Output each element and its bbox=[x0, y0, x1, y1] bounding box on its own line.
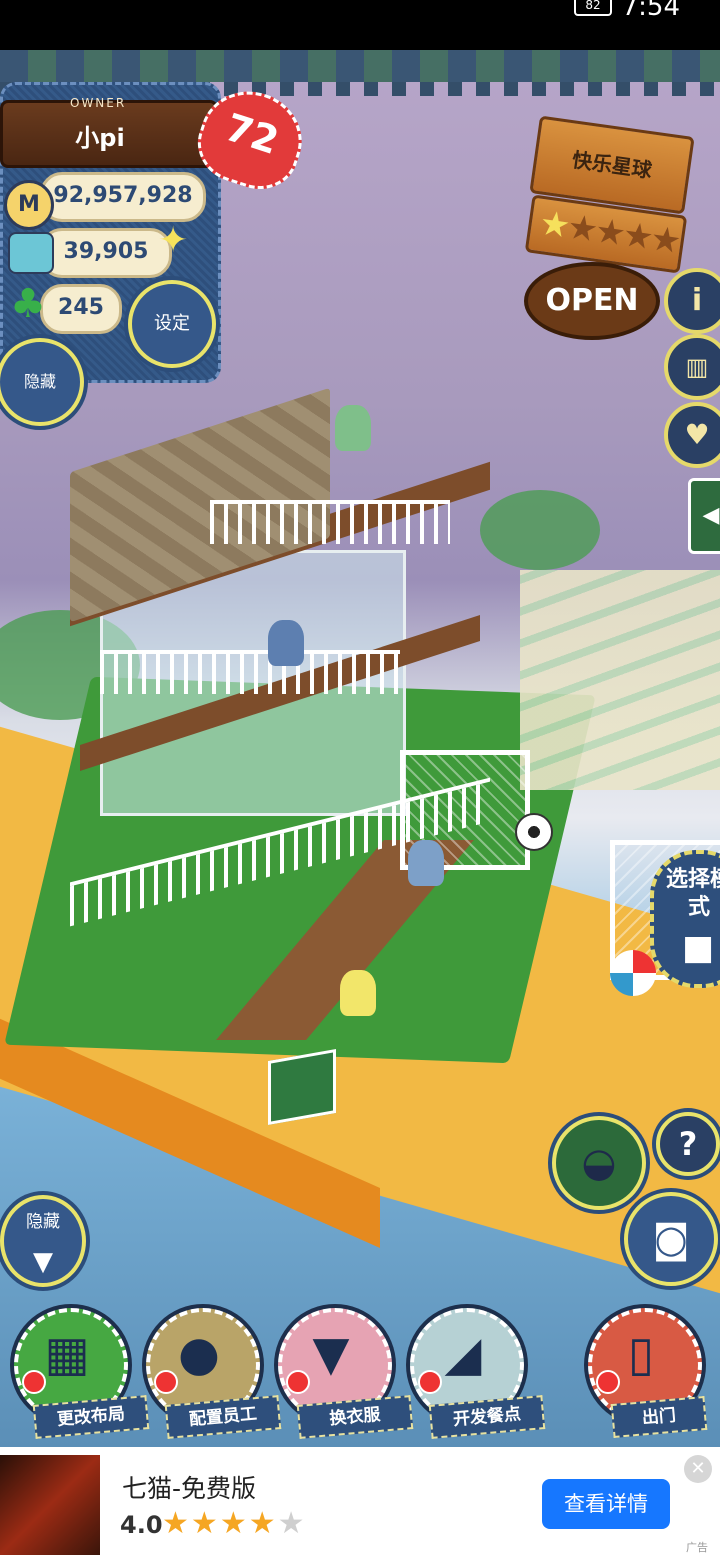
star-icon: ★ bbox=[219, 1506, 249, 1541]
hide-bottom-label: 隐藏 bbox=[26, 1212, 60, 1232]
side-panel-toggle[interactable]: ◀ bbox=[688, 478, 720, 554]
bleachers[interactable] bbox=[520, 570, 720, 790]
star-icon: ★ bbox=[162, 1506, 191, 1541]
ad-thumbnail[interactable] bbox=[0, 1455, 100, 1555]
staff-bear[interactable] bbox=[268, 620, 304, 666]
railing bbox=[100, 650, 400, 694]
star-icon: ★ bbox=[248, 1506, 278, 1541]
pin-icon bbox=[418, 1370, 442, 1394]
ad-details-button[interactable]: 查看详情 bbox=[542, 1479, 670, 1529]
help-button[interactable]: ? bbox=[656, 1112, 720, 1176]
bunting-decoration bbox=[0, 50, 720, 96]
status-bar: 82 7:54 bbox=[0, 0, 720, 50]
star-icon: ★ bbox=[190, 1506, 220, 1541]
coin-icon: M bbox=[4, 180, 54, 230]
camera-button[interactable]: ◙ bbox=[624, 1192, 718, 1286]
pin-icon bbox=[22, 1370, 46, 1394]
level-heart: 72 bbox=[187, 78, 315, 200]
ingredient-value: 39,905 bbox=[63, 239, 149, 264]
coin-counter: 92,957,928 bbox=[40, 172, 206, 222]
vegetable-basket-icon bbox=[8, 232, 54, 274]
staff-bear[interactable] bbox=[335, 405, 371, 451]
ingredient-counter: 39,905 bbox=[40, 228, 172, 278]
palm-tree bbox=[480, 490, 600, 570]
star-icon: ★ bbox=[277, 1506, 307, 1541]
arrow-down-icon: ▼ bbox=[33, 1247, 53, 1277]
status-time: 7:54 bbox=[621, 0, 680, 22]
ad-rating: 4.0 bbox=[120, 1511, 163, 1539]
select-mode-button[interactable]: 选择模式 ■ bbox=[650, 850, 720, 988]
soccer-ball[interactable] bbox=[515, 813, 553, 851]
hat-button[interactable]: ◒ bbox=[552, 1116, 646, 1210]
customer-bear[interactable] bbox=[408, 840, 444, 886]
clover-counter: 245 bbox=[40, 284, 122, 334]
railing bbox=[210, 500, 450, 544]
pin-icon bbox=[596, 1370, 620, 1394]
open-sign[interactable]: OPEN bbox=[524, 262, 660, 340]
owner-tag: OWNER bbox=[70, 96, 127, 110]
menu-develop-dishes[interactable]: ◢ 开发餐点 bbox=[410, 1308, 546, 1439]
customer-bear[interactable] bbox=[340, 970, 376, 1016]
welcome-sign[interactable] bbox=[268, 1049, 336, 1125]
cube-icon: ■ bbox=[682, 928, 715, 968]
clover-icon: ♣ bbox=[10, 281, 46, 327]
shop-name: 快乐星球 bbox=[570, 147, 654, 183]
ad-banner[interactable]: 七猫-免费版 4.0 ★★★★★ 查看详情 ✕ 广告 bbox=[0, 1447, 720, 1560]
owner-name: 小pi bbox=[75, 124, 125, 152]
clover-value: 245 bbox=[58, 295, 104, 320]
hat-icon: ◒ bbox=[581, 1140, 617, 1186]
close-icon[interactable]: ✕ bbox=[684, 1455, 712, 1483]
settings-button[interactable]: 设定 bbox=[128, 280, 216, 368]
menu-change-layout[interactable]: ▦ 更改布局 bbox=[14, 1308, 150, 1439]
ad-label: 广告 bbox=[686, 1541, 708, 1554]
hide-bottom-button[interactable]: 隐藏 ▼ bbox=[0, 1195, 86, 1287]
pin-icon bbox=[286, 1370, 310, 1394]
pin-icon bbox=[154, 1370, 178, 1394]
select-mode-label: 选择模式 bbox=[665, 867, 720, 920]
menu-assign-staff[interactable]: ● 配置员工 bbox=[146, 1308, 282, 1439]
ad-title[interactable]: 七猫-免费版 bbox=[122, 1469, 256, 1505]
star-icon: ★ bbox=[648, 218, 684, 263]
menu-go-out[interactable]: ▯ 出门 bbox=[588, 1308, 708, 1439]
camera-icon: ◙ bbox=[652, 1217, 690, 1261]
hide-top-button[interactable]: 隐藏 bbox=[0, 338, 84, 426]
beach-ball[interactable] bbox=[610, 950, 656, 996]
menu-change-clothes[interactable]: ▼ 换衣服 bbox=[278, 1308, 414, 1439]
sparkle-icon: ✦ bbox=[158, 220, 189, 261]
ad-stars: ★★★★★ bbox=[162, 1506, 307, 1541]
battery-indicator: 82 bbox=[574, 0, 612, 16]
hide-top-label: 隐藏 bbox=[23, 372, 56, 391]
coin-value: 92,957,928 bbox=[53, 183, 193, 208]
